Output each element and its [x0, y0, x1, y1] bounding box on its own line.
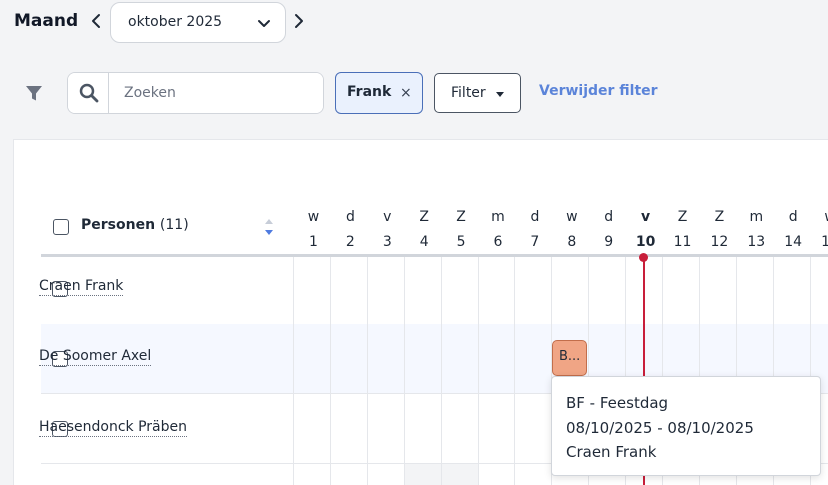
caret-down-icon [496, 92, 504, 97]
chevron-left-icon [92, 14, 100, 28]
filter-button-label: Filter [451, 85, 486, 101]
day-of-week: Z [714, 209, 725, 225]
day-of-week: w [812, 205, 828, 230]
person-name[interactable]: Haesendonck Präben [39, 419, 187, 437]
view-mode-label: Maand [14, 11, 79, 31]
day-number: 4 [419, 234, 429, 250]
active-filter-chip: Frank × [335, 72, 423, 114]
day-of-week: d [345, 209, 355, 225]
persons-count: (11) [159, 217, 189, 233]
day-header: d2 [332, 205, 369, 255]
day-header: w8 [553, 205, 590, 255]
filter-bar: Frank × Filter Verwijder filter [0, 64, 828, 122]
day-header: Z 12 [701, 205, 738, 255]
day-number: 14 [784, 234, 803, 250]
day-header: v3 [369, 205, 406, 255]
sort-icon[interactable] [263, 217, 275, 237]
day-header: m 13 [738, 205, 775, 255]
day-header: w1 [295, 205, 332, 255]
day-column-line [330, 257, 331, 485]
funnel-icon [26, 86, 42, 101]
person-name[interactable]: De Soomer Axel [39, 348, 152, 366]
day-number: 2 [345, 234, 355, 250]
absence-event[interactable]: B... [552, 340, 587, 376]
day-number: 5 [456, 234, 466, 250]
day-header: d7 [516, 205, 553, 255]
header-divider [41, 254, 828, 257]
event-label: B... [559, 349, 581, 364]
event-tooltip: BF - Feestdag 08/10/2025 - 08/10/2025 Cr… [551, 376, 821, 476]
day-of-week: Z [456, 209, 466, 225]
day-header: d 14 [775, 205, 812, 255]
today-marker [639, 253, 648, 262]
day-number: 6 [493, 234, 503, 250]
persons-label: Personen [81, 217, 156, 233]
month-select[interactable]: oktober 2025 [110, 2, 286, 43]
prev-month-button[interactable] [90, 12, 104, 32]
day-of-week: w [307, 209, 320, 225]
filter-chip-label: Frank [347, 84, 392, 100]
month-select-value: oktober 2025 [128, 14, 223, 30]
day-of-week: v [383, 209, 392, 225]
day-of-week: Z [419, 209, 429, 225]
search-box [67, 72, 324, 114]
day-header: m6 [480, 205, 517, 255]
next-month-button[interactable] [293, 12, 307, 32]
day-number: 9 [604, 234, 614, 250]
day-number: 13 [747, 234, 766, 250]
day-column-line [367, 257, 368, 485]
day-of-week: v [641, 209, 651, 225]
day-number: 15 [821, 234, 828, 250]
day-header: Z4 [406, 205, 443, 255]
day-header: d9 [590, 205, 627, 255]
day-number: 12 [710, 234, 729, 250]
day-header: w 15 [812, 205, 828, 255]
day-number: 1 [309, 234, 318, 250]
name-column-divider [293, 257, 294, 485]
day-column-line [478, 257, 479, 485]
tooltip-dates: 08/10/2025 - 08/10/2025 [566, 418, 754, 437]
day-of-week: d [530, 209, 540, 225]
tooltip-person: Craen Frank [566, 443, 657, 461]
day-number: 7 [530, 234, 540, 250]
person-name[interactable]: Craen Frank [39, 278, 124, 296]
day-column-line [441, 257, 442, 485]
day-header: v 10 [627, 205, 664, 255]
persons-column-header: Personen (11) [81, 217, 189, 233]
day-of-week: w [566, 209, 578, 225]
day-header: Z5 [443, 205, 480, 255]
day-number: 8 [567, 234, 577, 250]
clear-filter-link[interactable]: Verwijder filter [539, 83, 658, 99]
day-column-line [514, 257, 515, 485]
table-row [41, 257, 828, 327]
day-of-week: m [749, 209, 764, 225]
chevron-right-icon [295, 14, 303, 28]
day-column-line [404, 257, 405, 485]
remove-filter-icon[interactable]: × [400, 85, 412, 101]
day-of-week: Z [677, 209, 688, 225]
filter-dropdown-button[interactable]: Filter [434, 73, 521, 113]
day-number: 10 [635, 234, 656, 250]
day-header: Z 11 [664, 205, 701, 255]
day-of-week: d [788, 209, 798, 225]
search-input[interactable] [110, 73, 323, 113]
search-icon [79, 83, 99, 103]
day-of-week: m [491, 209, 505, 225]
day-of-week: d [604, 209, 614, 225]
select-all-checkbox[interactable] [53, 219, 69, 235]
search-button[interactable] [68, 73, 109, 113]
day-number: 11 [673, 234, 692, 250]
toolbar: Maand oktober 2025 [0, 0, 828, 44]
day-number: 3 [382, 234, 392, 250]
chevron-down-icon [258, 20, 270, 27]
tooltip-type: BF - Feestdag [566, 394, 669, 412]
